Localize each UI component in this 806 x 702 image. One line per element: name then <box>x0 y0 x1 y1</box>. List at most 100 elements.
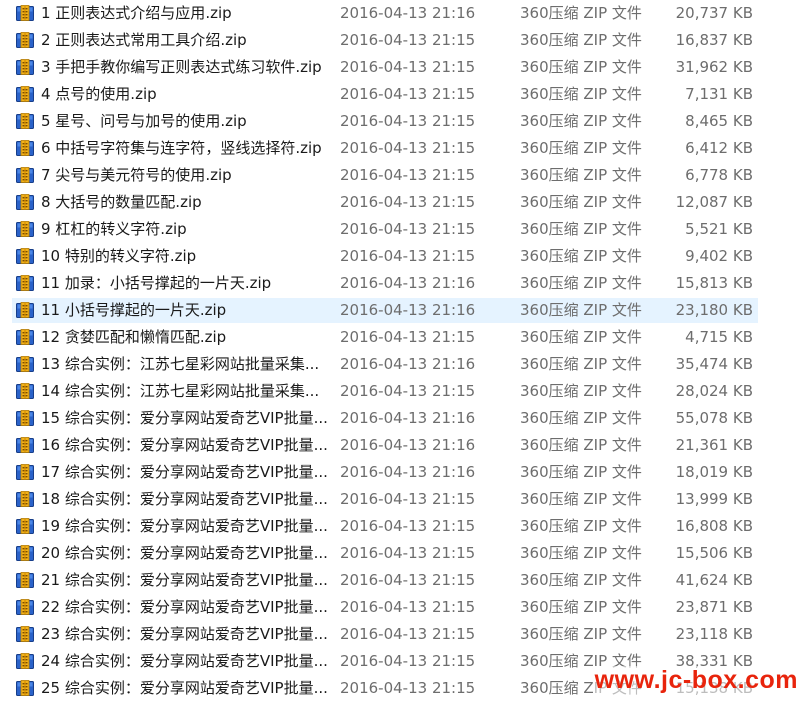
file-name: 2 正则表达式常用工具介绍.zip <box>41 31 247 49</box>
file-name: 23 综合实例：爱分享网站爱奇艺VIP批量... <box>41 625 328 643</box>
file-name: 16 综合实例：爱分享网站爱奇艺VIP批量... <box>41 436 328 454</box>
file-row[interactable]: 14 综合实例：江苏七星彩网站批量采集... 2016-04-13 21:15 … <box>0 378 806 405</box>
file-size: 4,715 KB <box>685 328 753 346</box>
file-size: 55,078 KB <box>675 409 753 427</box>
file-row[interactable]: 23 综合实例：爱分享网站爱奇艺VIP批量... 2016-04-13 21:1… <box>0 621 806 648</box>
zip-archive-icon <box>16 32 34 48</box>
file-size: 5,521 KB <box>685 220 753 238</box>
file-size: 13,999 KB <box>675 490 753 508</box>
file-row[interactable]: 17 综合实例：爱分享网站爱奇艺VIP批量... 2016-04-13 21:1… <box>0 459 806 486</box>
file-size: 12,087 KB <box>675 193 753 211</box>
file-modified-date: 2016-04-13 21:15 <box>340 571 476 589</box>
file-size: 28,024 KB <box>675 382 753 400</box>
file-row[interactable]: 9 杠杠的转义字符.zip 2016-04-13 21:15 360压缩 ZIP… <box>0 216 806 243</box>
zip-archive-icon <box>16 5 34 21</box>
file-row[interactable]: 21 综合实例：爱分享网站爱奇艺VIP批量... 2016-04-13 21:1… <box>0 567 806 594</box>
zip-archive-icon <box>16 140 34 156</box>
zip-archive-icon <box>16 464 34 480</box>
file-row[interactable]: 16 综合实例：爱分享网站爱奇艺VIP批量... 2016-04-13 21:1… <box>0 432 806 459</box>
file-row[interactable]: 11 加录：小括号撑起的一片天.zip 2016-04-13 21:16 360… <box>0 270 806 297</box>
file-row[interactable]: 11 小括号撑起的一片天.zip 2016-04-13 21:16 360压缩 … <box>0 297 806 324</box>
zip-archive-icon <box>16 356 34 372</box>
file-name: 5 星号、问号与加号的使用.zip <box>41 112 247 130</box>
file-row[interactable]: 10 特别的转义字符.zip 2016-04-13 21:15 360压缩 ZI… <box>0 243 806 270</box>
file-row[interactable]: 7 尖号与美元符号的使用.zip 2016-04-13 21:15 360压缩 … <box>0 162 806 189</box>
zip-archive-icon <box>16 275 34 291</box>
file-modified-date: 2016-04-13 21:15 <box>340 85 476 103</box>
file-row[interactable]: 20 综合实例：爱分享网站爱奇艺VIP批量... 2016-04-13 21:1… <box>0 540 806 567</box>
file-name: 15 综合实例：爱分享网站爱奇艺VIP批量... <box>41 409 328 427</box>
file-name: 3 手把手教你编写正则表达式练习软件.zip <box>41 58 322 76</box>
file-modified-date: 2016-04-13 21:15 <box>340 490 476 508</box>
file-row[interactable]: 5 星号、问号与加号的使用.zip 2016-04-13 21:15 360压缩… <box>0 108 806 135</box>
file-modified-date: 2016-04-13 21:15 <box>340 328 476 346</box>
file-name: 4 点号的使用.zip <box>41 85 157 103</box>
file-name: 14 综合实例：江苏七星彩网站批量采集... <box>41 382 320 400</box>
file-modified-date: 2016-04-13 21:15 <box>340 679 476 697</box>
file-modified-date: 2016-04-13 21:16 <box>340 436 476 454</box>
file-name: 7 尖号与美元符号的使用.zip <box>41 166 232 184</box>
zip-archive-icon <box>16 59 34 75</box>
file-row[interactable]: 2 正则表达式常用工具介绍.zip 2016-04-13 21:15 360压缩… <box>0 27 806 54</box>
file-size: 7,131 KB <box>685 85 753 103</box>
file-name: 21 综合实例：爱分享网站爱奇艺VIP批量... <box>41 571 328 589</box>
file-modified-date: 2016-04-13 21:15 <box>340 58 476 76</box>
zip-archive-icon <box>16 626 34 642</box>
file-row[interactable]: 1 正则表达式介绍与应用.zip 2016-04-13 21:16 360压缩 … <box>0 0 806 27</box>
file-row[interactable]: 12 贪婪匹配和懒惰匹配.zip 2016-04-13 21:15 360压缩 … <box>0 324 806 351</box>
file-size: 6,412 KB <box>685 139 753 157</box>
file-row[interactable]: 4 点号的使用.zip 2016-04-13 21:15 360压缩 ZIP 文… <box>0 81 806 108</box>
file-row[interactable]: 22 综合实例：爱分享网站爱奇艺VIP批量... 2016-04-13 21:1… <box>0 594 806 621</box>
zip-archive-icon <box>16 329 34 345</box>
file-name: 10 特别的转义字符.zip <box>41 247 197 265</box>
file-row[interactable]: 6 中括号字符集与连字符，竖线选择符.zip 2016-04-13 21:15 … <box>0 135 806 162</box>
file-size: 20,737 KB <box>675 4 753 22</box>
file-modified-date: 2016-04-13 21:15 <box>340 382 476 400</box>
file-name: 13 综合实例：江苏七星彩网站批量采集... <box>41 355 320 373</box>
zip-archive-icon <box>16 410 34 426</box>
zip-archive-icon <box>16 221 34 237</box>
file-row[interactable]: 19 综合实例：爱分享网站爱奇艺VIP批量... 2016-04-13 21:1… <box>0 513 806 540</box>
zip-archive-icon <box>16 248 34 264</box>
file-modified-date: 2016-04-13 21:15 <box>340 139 476 157</box>
file-modified-date: 2016-04-13 21:15 <box>340 598 476 616</box>
file-name: 18 综合实例：爱分享网站爱奇艺VIP批量... <box>41 490 328 508</box>
file-list: 1 正则表达式介绍与应用.zip 2016-04-13 21:16 360压缩 … <box>0 0 806 702</box>
file-modified-date: 2016-04-13 21:15 <box>340 652 476 670</box>
file-name: 25 综合实例：爱分享网站爱奇艺VIP批量... <box>41 679 328 697</box>
zip-archive-icon <box>16 302 34 318</box>
file-name: 11 加录：小括号撑起的一片天.zip <box>41 274 272 292</box>
file-name: 24 综合实例：爱分享网站爱奇艺VIP批量... <box>41 652 328 670</box>
zip-archive-icon <box>16 680 34 696</box>
file-modified-date: 2016-04-13 21:16 <box>340 301 476 319</box>
file-modified-date: 2016-04-13 21:15 <box>340 247 476 265</box>
file-modified-date: 2016-04-13 21:15 <box>340 517 476 535</box>
file-name: 9 杠杠的转义字符.zip <box>41 220 187 238</box>
file-size: 18,019 KB <box>675 463 753 481</box>
zip-archive-icon <box>16 167 34 183</box>
file-size: 23,180 KB <box>675 301 753 319</box>
zip-archive-icon <box>16 194 34 210</box>
file-name: 12 贪婪匹配和懒惰匹配.zip <box>41 328 227 346</box>
file-name: 20 综合实例：爱分享网站爱奇艺VIP批量... <box>41 544 328 562</box>
file-name: 11 小括号撑起的一片天.zip <box>41 301 227 319</box>
zip-archive-icon <box>16 491 34 507</box>
zip-archive-icon <box>16 113 34 129</box>
file-row[interactable]: 15 综合实例：爱分享网站爱奇艺VIP批量... 2016-04-13 21:1… <box>0 405 806 432</box>
file-row[interactable]: 3 手把手教你编写正则表达式练习软件.zip 2016-04-13 21:15 … <box>0 54 806 81</box>
file-row[interactable]: 13 综合实例：江苏七星彩网站批量采集... 2016-04-13 21:16 … <box>0 351 806 378</box>
zip-archive-icon <box>16 437 34 453</box>
file-row[interactable]: 8 大括号的数量匹配.zip 2016-04-13 21:15 360压缩 ZI… <box>0 189 806 216</box>
file-name: 19 综合实例：爱分享网站爱奇艺VIP批量... <box>41 517 328 535</box>
file-size: 15,506 KB <box>675 544 753 562</box>
zip-archive-icon <box>16 545 34 561</box>
zip-archive-icon <box>16 572 34 588</box>
zip-archive-icon <box>16 599 34 615</box>
file-size: 6,778 KB <box>685 166 753 184</box>
file-size: 16,837 KB <box>675 31 753 49</box>
file-size: 31,962 KB <box>675 58 753 76</box>
file-row[interactable]: 18 综合实例：爱分享网站爱奇艺VIP批量... 2016-04-13 21:1… <box>0 486 806 513</box>
file-size: 9,402 KB <box>685 247 753 265</box>
file-modified-date: 2016-04-13 21:16 <box>340 274 476 292</box>
file-modified-date: 2016-04-13 21:15 <box>340 166 476 184</box>
